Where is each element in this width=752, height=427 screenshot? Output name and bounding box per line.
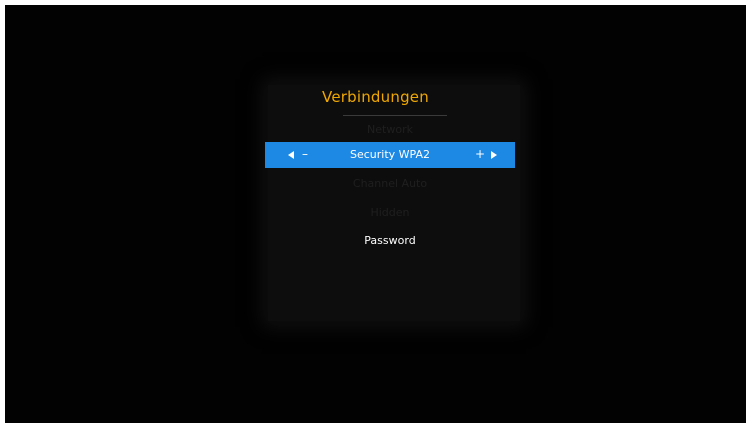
menu-item-network[interactable]: Network: [265, 123, 515, 136]
menu-item-security[interactable]: – Security WPA2 +: [265, 142, 515, 168]
arrow-right-icon[interactable]: [491, 151, 497, 159]
menu-item-channel[interactable]: Channel Auto: [265, 177, 515, 190]
tv-screen: Verbindungen Network – Security WPA2 + C…: [5, 5, 746, 423]
title-divider: [343, 115, 447, 116]
increase-icon[interactable]: +: [475, 147, 485, 161]
menu-item-password[interactable]: Password: [265, 234, 515, 247]
menu-title: Verbindungen: [322, 88, 429, 106]
settings-panel: [268, 85, 520, 321]
menu-item-hidden[interactable]: Hidden: [265, 206, 515, 219]
